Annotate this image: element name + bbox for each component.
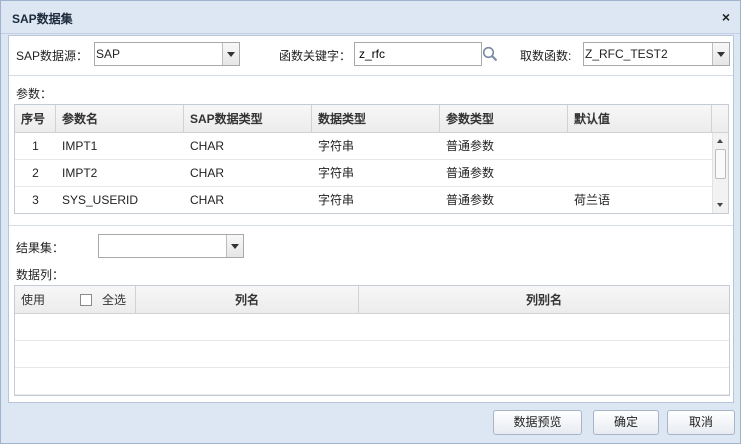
default-value[interactable]: 荷兰语 [568, 187, 610, 213]
scroll-thumb[interactable] [715, 149, 726, 179]
sap-type: CHAR [190, 193, 225, 207]
col-header-param-name[interactable]: 参数名 [56, 105, 184, 133]
table-row[interactable]: 1 IMPT1 CHAR 字符串 普通参数 [15, 133, 712, 160]
dialog-titlebar: SAP数据集 × [1, 1, 740, 34]
sap-source-select[interactable]: SAP [94, 42, 240, 66]
sap-dataset-dialog: SAP数据集 × SAP数据源： SAP 函数关键字： 取数函数: Z_RFC_… [0, 0, 741, 444]
param-name: SYS_USERID [62, 193, 139, 207]
params-table-header: 序号 参数名 SAP数据类型 数据类型 参数类型 默认值 [15, 105, 728, 133]
table-row [15, 368, 729, 395]
param-type: 普通参数 [446, 139, 495, 153]
chevron-down-icon[interactable] [712, 43, 729, 65]
chevron-down-icon[interactable] [222, 43, 239, 65]
default-value[interactable] [568, 160, 574, 187]
sap-source-value: SAP [96, 47, 121, 61]
col-header-data-type[interactable]: 数据类型 [312, 105, 440, 133]
param-type: 普通参数 [446, 193, 495, 207]
dialog-title: SAP数据集 [12, 12, 73, 26]
divider [9, 75, 733, 76]
chevron-down-icon[interactable] [226, 235, 243, 257]
data-type: 字符串 [318, 139, 355, 153]
select-all-checkbox[interactable] [80, 294, 92, 306]
sap-type: CHAR [190, 139, 225, 153]
row-index: 3 [32, 193, 39, 207]
params-scrollbar[interactable] [712, 133, 728, 213]
datacols-label: 数据列： [16, 268, 65, 282]
col-header-sap-type[interactable]: SAP数据类型 [184, 105, 312, 133]
datacols-table-header: 使用 全选 列名 列别名 [15, 286, 729, 314]
scroll-up-icon[interactable] [717, 139, 723, 143]
resultset-label: 结果集： [16, 241, 65, 255]
col-header-index[interactable]: 序号 [15, 105, 56, 133]
sap-type: CHAR [190, 166, 225, 180]
datacols-table: 使用 全选 列名 列别名 [14, 285, 730, 396]
divider [9, 225, 733, 226]
params-label: 参数： [16, 87, 53, 101]
sap-source-label: SAP数据源： [16, 49, 89, 63]
data-preview-button[interactable]: 数据预览 [493, 410, 582, 435]
col-header-param-type[interactable]: 参数类型 [440, 105, 568, 133]
table-row[interactable]: 2 IMPT2 CHAR 字符串 普通参数 [15, 160, 712, 187]
close-icon[interactable]: × [722, 9, 730, 25]
function-keyword-input[interactable] [355, 43, 481, 65]
params-table: 序号 参数名 SAP数据类型 数据类型 参数类型 默认值 1 IMPT1 CHA… [14, 104, 729, 214]
function-keyword-label: 函数关键字： [279, 49, 352, 63]
table-row [15, 341, 729, 368]
function-keyword-field[interactable] [354, 42, 482, 66]
param-name: IMPT1 [62, 139, 98, 153]
ok-button[interactable]: 确定 [593, 410, 659, 435]
param-name: IMPT2 [62, 166, 98, 180]
col-header-use: 使用 全选 [15, 286, 136, 314]
dialog-content-panel: SAP数据源： SAP 函数关键字： 取数函数: Z_RFC_TEST2 参数：… [8, 35, 734, 403]
param-type: 普通参数 [446, 166, 495, 180]
fetch-function-label: 取数函数: [520, 49, 572, 63]
col-header-default[interactable]: 默认值 [568, 105, 712, 133]
fetch-function-select[interactable]: Z_RFC_TEST2 [583, 42, 730, 66]
select-all-label[interactable]: 全选 [102, 286, 126, 314]
col-header-column-name[interactable]: 列名 [136, 286, 359, 314]
row-index: 2 [32, 166, 39, 180]
table-row[interactable]: 3 SYS_USERID CHAR 字符串 普通参数 荷兰语 [15, 187, 712, 213]
col-header-column-alias[interactable]: 列别名 [359, 286, 729, 314]
fetch-function-value: Z_RFC_TEST2 [585, 47, 668, 61]
resultset-select[interactable] [98, 234, 244, 258]
scroll-down-icon[interactable] [717, 203, 723, 207]
data-type: 字符串 [318, 193, 355, 207]
col-header-use-label: 使用 [21, 293, 46, 307]
default-value[interactable] [568, 133, 574, 160]
table-row [15, 314, 729, 341]
search-icon[interactable] [482, 46, 498, 62]
data-type: 字符串 [318, 166, 355, 180]
cancel-button[interactable]: 取消 [667, 410, 735, 435]
row-index: 1 [32, 139, 39, 153]
